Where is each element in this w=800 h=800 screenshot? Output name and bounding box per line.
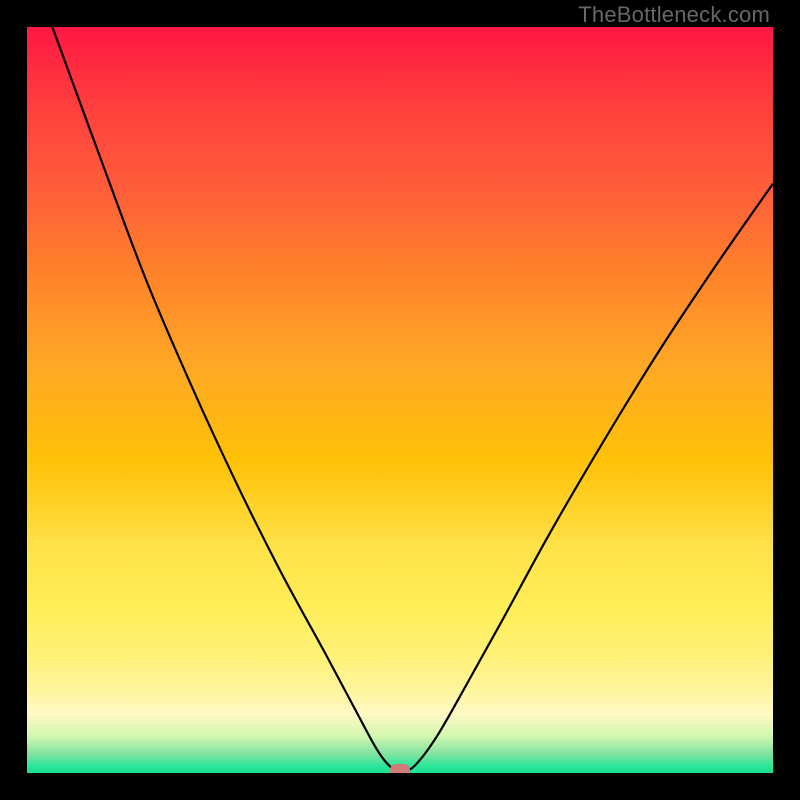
chart-frame: TheBottleneck.com <box>0 0 800 800</box>
plot-area <box>27 27 773 773</box>
optimum-marker <box>390 764 410 773</box>
bottleneck-curve <box>27 27 773 773</box>
watermark-text: TheBottleneck.com <box>578 2 770 28</box>
